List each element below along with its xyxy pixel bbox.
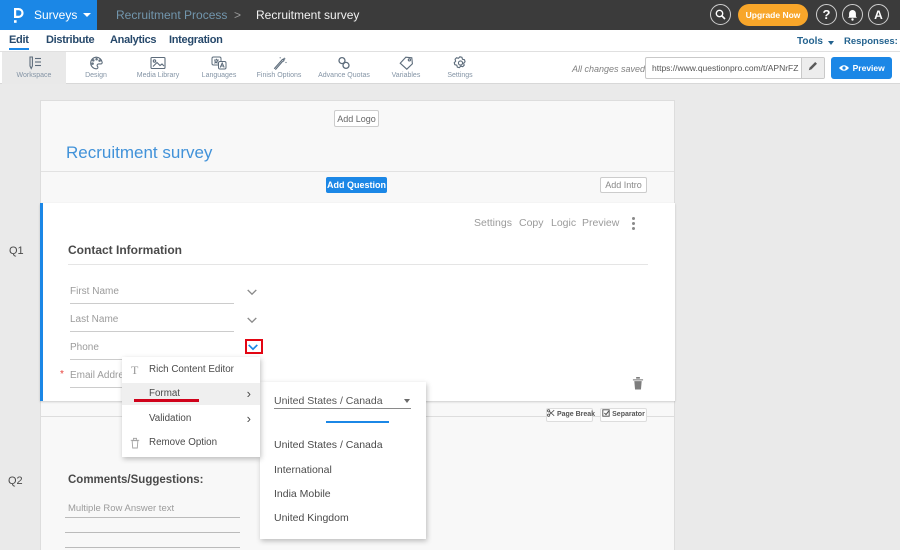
svg-text:T: T	[131, 363, 139, 376]
